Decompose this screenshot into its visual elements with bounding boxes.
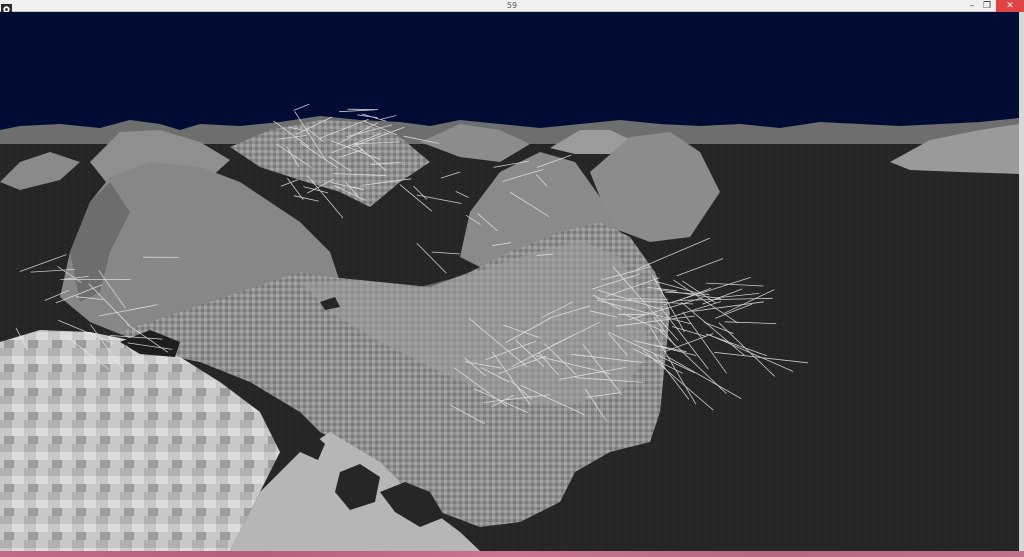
maximize-button[interactable]: ❐ — [980, 0, 994, 12]
window-titlebar[interactable]: 59 – ❐ ✕ — [0, 0, 1024, 15]
close-button[interactable]: ✕ — [996, 0, 1024, 12]
app-icon[interactable] — [1, 0, 12, 15]
window-title: 59 — [506, 1, 518, 10]
sky — [0, 12, 1019, 134]
minimize-button[interactable]: – — [965, 0, 979, 12]
terrain-render — [0, 12, 1019, 551]
window-right-edge — [1019, 12, 1024, 551]
taskbar[interactable] — [0, 551, 1024, 557]
3d-terrain-viewport[interactable] — [0, 12, 1019, 551]
